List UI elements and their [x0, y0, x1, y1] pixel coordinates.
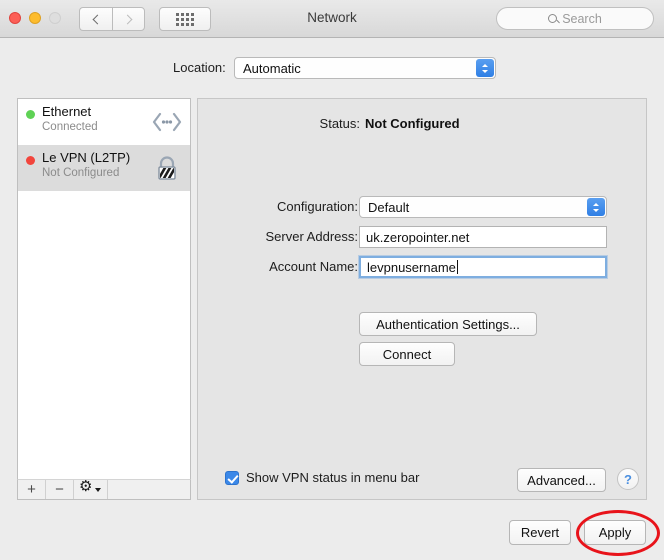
revert-button[interactable]: Revert	[509, 520, 571, 545]
connect-button[interactable]: Connect	[359, 342, 455, 366]
server-address-input[interactable]: uk.zeropointer.net	[359, 226, 607, 248]
help-button[interactable]: ?	[617, 468, 639, 490]
show-vpn-status-checkbox[interactable]: Show VPN status in menu bar	[225, 470, 419, 485]
checkbox-checked-icon	[225, 470, 239, 485]
text-caret	[456, 260, 458, 274]
vpn-settings-panel	[197, 98, 647, 500]
window-titlebar: Network Search	[0, 0, 664, 38]
chevron-updown-icon	[476, 59, 494, 77]
status-dot-vpn	[26, 156, 35, 165]
authentication-settings-button[interactable]: Authentication Settings...	[359, 312, 537, 336]
location-label: Location:	[173, 60, 226, 75]
account-name-label: Account Name:	[269, 259, 358, 274]
account-name-value: levpnusername	[367, 259, 456, 275]
server-address-value: uk.zeropointer.net	[366, 229, 470, 245]
advanced-button[interactable]: Advanced...	[517, 468, 606, 492]
apply-button[interactable]: Apply	[584, 520, 646, 545]
status-label: Status:	[319, 116, 360, 131]
status-value: Not Configured	[365, 116, 460, 131]
configuration-value: Default	[368, 199, 410, 215]
gear-icon	[79, 477, 92, 496]
service-status: Connected	[42, 121, 98, 133]
sidebar-item-ethernet[interactable]: Ethernet Connected	[18, 99, 190, 145]
service-name: Ethernet	[42, 104, 92, 119]
chevron-updown-icon	[587, 198, 605, 216]
show-vpn-status-label: Show VPN status in menu bar	[246, 470, 420, 485]
status-dot-ethernet	[26, 110, 35, 119]
search-icon	[548, 14, 558, 23]
configuration-label: Configuration:	[277, 199, 358, 214]
service-name: Le VPN (L2TP)	[42, 150, 131, 165]
service-status: Not Configured	[42, 167, 120, 179]
add-service-button[interactable]: +	[18, 480, 46, 499]
network-services-list[interactable]: Ethernet Connected Le VPN (L2TP) Not Con…	[17, 98, 191, 500]
configuration-dropdown[interactable]: Default	[359, 196, 607, 218]
vpn-lock-icon	[152, 154, 182, 182]
server-address-label: Server Address:	[265, 229, 359, 244]
location-value: Automatic	[243, 60, 301, 76]
location-dropdown[interactable]: Automatic	[234, 57, 496, 79]
ethernet-icon	[152, 108, 182, 136]
services-action-menu-button[interactable]	[74, 477, 108, 499]
account-name-input[interactable]: levpnusername	[359, 256, 607, 278]
services-list-toolbar: + −	[17, 477, 191, 500]
sidebar-item-le-vpn-l2tp[interactable]: Le VPN (L2TP) Not Configured	[18, 145, 190, 191]
chevron-down-icon	[95, 487, 101, 492]
search-placeholder: Search	[562, 11, 602, 26]
search-field[interactable]: Search	[496, 7, 654, 30]
remove-service-button[interactable]: −	[46, 480, 74, 499]
